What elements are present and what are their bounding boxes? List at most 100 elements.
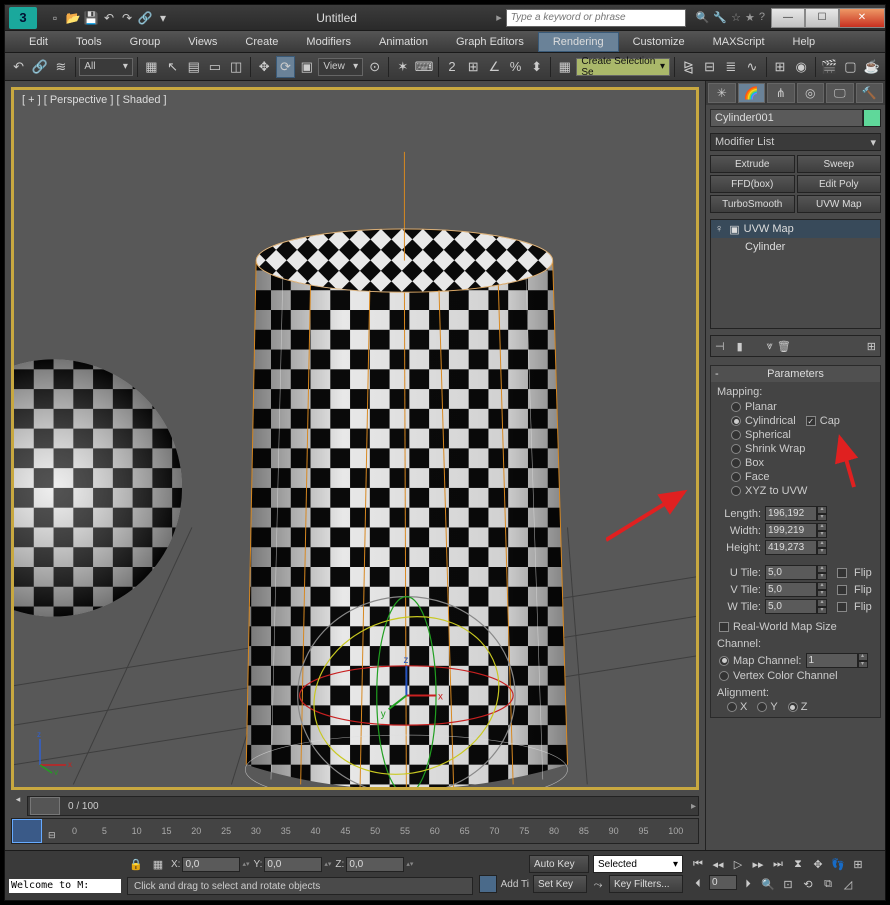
addtime-label[interactable]: Add Ti	[499, 875, 531, 895]
spin-up[interactable]: ▴	[817, 599, 827, 607]
menu-edit[interactable]: Edit	[15, 33, 62, 51]
goto-start-icon[interactable]: ⏮	[689, 855, 707, 873]
window-select-icon[interactable]: ◫	[227, 56, 246, 78]
minimize-button[interactable]: —	[771, 8, 805, 28]
axis-radio-y[interactable]	[757, 702, 767, 712]
selection-lock-icon[interactable]: ▦	[149, 855, 167, 873]
walk-icon[interactable]: 👣	[829, 855, 847, 873]
vertex-color-radio[interactable]	[719, 671, 729, 681]
current-frame-marker[interactable]	[12, 819, 42, 843]
tab-display[interactable]: 🖵	[826, 83, 854, 103]
mapping-radio-cylindrical[interactable]	[731, 416, 741, 426]
z-input[interactable]	[346, 857, 404, 872]
spin-up[interactable]: ▴	[817, 565, 827, 573]
stack-item[interactable]: ♀▣UVW Map	[711, 220, 880, 238]
axis-radio-x[interactable]	[727, 702, 737, 712]
star-icon[interactable]: ☆	[731, 11, 741, 24]
modifier-btn-ffdbox[interactable]: FFD(box)	[710, 175, 795, 193]
material-icon[interactable]: ◉	[792, 56, 811, 78]
align-icon[interactable]: ⊟	[700, 56, 719, 78]
map-channel-radio[interactable]	[719, 656, 729, 666]
curve-icon[interactable]: ∿	[742, 56, 761, 78]
maximize-button[interactable]: ☐	[805, 8, 839, 28]
modifier-btn-uvwmap[interactable]: UVW Map	[797, 195, 882, 213]
zoom-icon[interactable]: 🔍	[759, 875, 777, 893]
schematic-icon[interactable]: ⊞	[770, 56, 789, 78]
pan-icon[interactable]: ✥	[809, 855, 827, 873]
binoculars-icon[interactable]: 🔍	[696, 11, 710, 24]
keyfilters-button[interactable]: Key Filters...	[609, 875, 683, 893]
editnamed-icon[interactable]: ▦	[555, 56, 574, 78]
spinnersnap-icon[interactable]: ⬍	[527, 56, 546, 78]
prev-key-icon[interactable]: ⏴	[689, 875, 707, 893]
new-icon[interactable]: ▫	[47, 10, 63, 26]
pin-stack-icon[interactable]: ⊣	[715, 340, 725, 353]
scale-icon[interactable]: ▣	[297, 56, 316, 78]
cursor-icon[interactable]: ↖	[163, 56, 182, 78]
zoom-all-icon[interactable]: ⊡	[779, 875, 797, 893]
snap2-icon[interactable]: 2	[442, 56, 461, 78]
unlink-tb-icon[interactable]: ≋	[51, 56, 70, 78]
spin-down[interactable]: ▾	[817, 590, 827, 598]
tool-icon[interactable]: 🔧	[713, 11, 727, 24]
modifier-btn-extrude[interactable]: Extrude	[710, 155, 795, 173]
modifier-stack[interactable]: ♀▣UVW MapCylinder	[710, 219, 881, 329]
rect-select-icon[interactable]: ▭	[205, 56, 224, 78]
realworld-checkbox[interactable]	[719, 622, 729, 632]
mapping-radio-shrink-wrap[interactable]	[731, 444, 741, 454]
anglesnap-icon[interactable]: ∠	[485, 56, 504, 78]
spin-down[interactable]: ▾	[817, 607, 827, 615]
move-icon[interactable]: ✥	[255, 56, 274, 78]
menu-tools[interactable]: Tools	[62, 33, 116, 51]
keymode-icon[interactable]: ⤳	[589, 875, 607, 895]
timetag-icon[interactable]	[479, 875, 497, 893]
spin-up[interactable]: ▴	[817, 540, 827, 548]
spin-down[interactable]: ▾	[817, 573, 827, 581]
open-icon[interactable]: 📂	[65, 10, 81, 26]
menu-graph-editors[interactable]: Graph Editors	[442, 33, 538, 51]
spin-down[interactable]: ▾	[817, 514, 827, 522]
menu-rendering[interactable]: Rendering	[538, 32, 619, 52]
search-input[interactable]	[506, 9, 686, 27]
next-frame-icon[interactable]: ▸▸	[749, 855, 767, 873]
mapping-radio-planar[interactable]	[731, 402, 741, 412]
unique-icon[interactable]: ⩔	[767, 340, 773, 353]
close-button[interactable]: ✕	[839, 8, 885, 28]
configure-icon[interactable]: ⊞	[867, 340, 876, 353]
star2-icon[interactable]: ★	[745, 11, 755, 24]
ruler-mini-icon[interactable]: ⊟	[48, 830, 56, 841]
dim-input[interactable]	[765, 523, 817, 538]
menu-maxscript[interactable]: MAXScript	[699, 33, 779, 51]
spin-down[interactable]: ▾	[817, 548, 827, 556]
name-select-icon[interactable]: ▤	[184, 56, 203, 78]
timeline[interactable]: 0 / 100 ▸	[27, 796, 699, 816]
mapping-radio-xyz-to-uvw[interactable]	[731, 486, 741, 496]
spin-down[interactable]: ▾	[817, 531, 827, 539]
axis-radio-z[interactable]	[788, 702, 798, 712]
timeconfig-icon[interactable]: ⧗	[789, 855, 807, 873]
rotate-icon[interactable]: ⟳	[276, 56, 295, 78]
app-logo[interactable]: 3	[9, 7, 37, 29]
modifier-list-combo[interactable]: Modifier List▾	[710, 133, 881, 151]
keymode-combo[interactable]: Selected▾	[593, 855, 683, 873]
render-setup-icon[interactable]: 🎬	[820, 56, 839, 78]
x-input[interactable]	[182, 857, 240, 872]
maxscript-listener[interactable]: Welcome to M:	[9, 879, 121, 893]
tile-input[interactable]	[765, 582, 817, 597]
modifier-btn-editpoly[interactable]: Edit Poly	[797, 175, 882, 193]
timeline-left-icon[interactable]: ◂	[11, 792, 25, 806]
manip-icon[interactable]: ✶	[393, 56, 412, 78]
link-tb-icon[interactable]: 🔗	[30, 56, 49, 78]
menu-customize[interactable]: Customize	[619, 33, 699, 51]
redo-icon[interactable]: ↷	[119, 10, 135, 26]
menu-create[interactable]: Create	[231, 33, 292, 51]
dim-input[interactable]	[765, 540, 817, 555]
tile-input[interactable]	[765, 599, 817, 614]
ref-coord[interactable]: View▾	[318, 58, 363, 76]
link-icon[interactable]: 🔗	[137, 10, 153, 26]
mirror-icon[interactable]: ⧎	[679, 56, 698, 78]
spin-up[interactable]: ▴	[817, 506, 827, 514]
snap3-icon[interactable]: ⊞	[464, 56, 483, 78]
tab-create[interactable]: ✳	[708, 83, 736, 103]
layers-icon[interactable]: ≣	[721, 56, 740, 78]
